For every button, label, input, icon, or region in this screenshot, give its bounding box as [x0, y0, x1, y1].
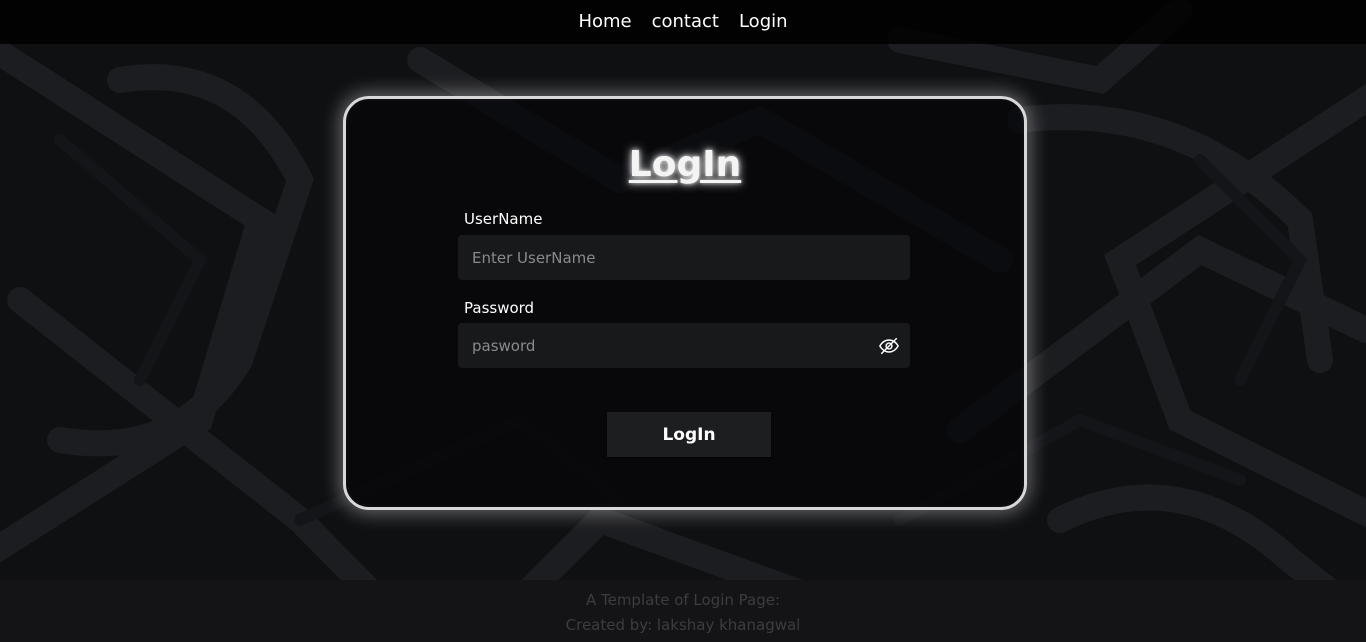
footer-credit-text: Created by: lakshay khanagwal: [565, 616, 801, 634]
login-title: LogIn: [628, 144, 742, 185]
password-label: Password: [464, 299, 535, 317]
username-input[interactable]: [458, 235, 910, 280]
footer-template-text: A Template of Login Page:: [585, 591, 781, 609]
login-submit-button[interactable]: LogIn: [607, 412, 771, 457]
eye-slash-icon[interactable]: [878, 335, 900, 357]
footer: A Template of Login Page: Created by: la…: [0, 580, 1366, 642]
password-input[interactable]: [458, 323, 910, 368]
nav-login-link[interactable]: Login: [739, 0, 788, 44]
top-nav: Home contact Login: [0, 0, 1366, 44]
username-field-wrapper: [458, 235, 910, 280]
password-field-wrapper: [458, 323, 910, 368]
nav-contact-link[interactable]: contact: [652, 0, 719, 44]
username-label: UserName: [464, 210, 543, 228]
nav-home-link[interactable]: Home: [578, 0, 631, 44]
login-card: LogIn UserName Password LogIn: [343, 96, 1027, 510]
